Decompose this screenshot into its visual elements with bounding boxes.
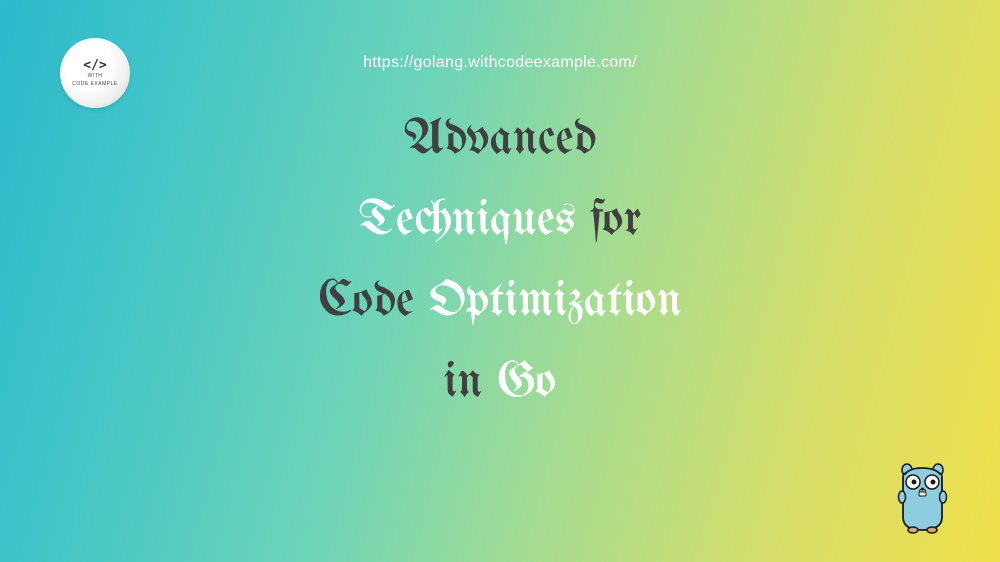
logo-text-line2: CODE EXAMPLE: [72, 82, 117, 88]
title-word-advanced: Advanced: [404, 114, 597, 166]
title-line-4: in Go: [0, 343, 1000, 424]
title-word-code: Code: [318, 276, 414, 328]
title-line-2: Techniques for: [0, 181, 1000, 262]
title-word-techniques: Techniques: [358, 195, 575, 247]
go-gopher-mascot-icon: [895, 462, 950, 534]
logo-text-line1: WITH: [88, 74, 103, 80]
title-word-go: Go: [497, 357, 556, 409]
title-word-for: for: [591, 195, 642, 247]
title-line-1: Advanced: [0, 100, 1000, 181]
source-url: https://golang.withcodeexample.com/: [363, 54, 637, 72]
title-word-optimization: Optimization: [429, 276, 682, 328]
logo-code-symbol: </>: [83, 59, 106, 72]
title-line-3: Code Optimization: [0, 262, 1000, 343]
main-title: Advanced Techniques for Code Optimizatio…: [0, 100, 1000, 424]
logo-badge: </> WITH CODE EXAMPLE: [60, 38, 130, 108]
title-word-in: in: [444, 357, 483, 409]
